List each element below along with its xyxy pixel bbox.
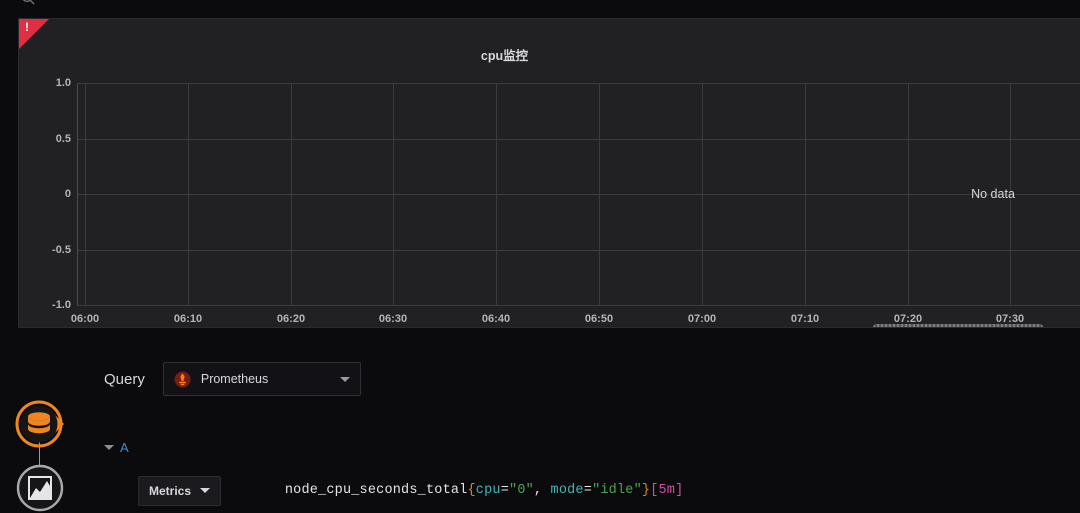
y-axis-tick-label: -0.5: [52, 243, 71, 256]
query-label-key-1: cpu: [475, 483, 501, 498]
query-label-value-1: "0": [509, 483, 534, 498]
plot-area[interactable]: 1.0 0.5 0 -0.5 -1.0 06:00 06:10 06:20 06:30 06:4…: [52, 77, 1080, 325]
query-label-op-1: =: [500, 483, 510, 498]
alert-triangle-icon[interactable]: [19, 19, 49, 49]
y-axis-tick-label: 1.0: [55, 77, 71, 89]
no-data-message: No data: [971, 187, 1015, 201]
x-axis-tick-label: 06:30: [378, 313, 408, 325]
chevron-down-icon[interactable]: [104, 445, 114, 450]
query-expression-input[interactable]: node_cpu_seconds_total{cpu="0", mode="id…: [235, 468, 683, 513]
query-label-value-2: "idle": [592, 483, 642, 498]
chevron-down-icon: [339, 376, 350, 382]
query-row-header[interactable]: A: [104, 440, 129, 455]
graph-panel-icon[interactable]: [16, 464, 64, 512]
search-icon[interactable]: [20, 0, 36, 6]
prometheus-icon: [174, 371, 191, 387]
metrics-button-label: Metrics: [149, 483, 192, 498]
chevron-down-icon: [200, 488, 211, 493]
left-rail: [0, 380, 80, 512]
query-label: Query: [104, 370, 145, 388]
query-header: Query Prometheus: [104, 362, 361, 396]
x-axis-tick-label: 07:00: [687, 313, 717, 325]
query-ref-id: A: [120, 440, 129, 455]
metrics-button[interactable]: Metrics: [138, 475, 222, 506]
x-axis-tick-label: 07:10: [790, 313, 820, 325]
query-open-brace: {: [467, 483, 476, 498]
alert-exclamation-glyph: !: [25, 20, 29, 34]
y-axis-tick-label: 0.5: [55, 132, 71, 145]
query-close-brace: }: [641, 483, 651, 498]
query-label-key-2: mode: [550, 483, 584, 498]
panel-resize-handle[interactable]: [873, 324, 1043, 327]
datasource-name: Prometheus: [200, 372, 269, 386]
query-editor-pane: Query Prometheus A Metrics node_cpu_seco…: [0, 336, 1080, 506]
datasource-picker[interactable]: Prometheus: [162, 362, 361, 396]
y-axis-tick-label: 0: [64, 188, 71, 200]
x-axis-tick-label: 06:50: [584, 313, 614, 325]
panel-title: cpu监控: [480, 49, 529, 63]
x-axis-tick-label: 06:10: [173, 313, 203, 325]
query-editor-row: Metrics node_cpu_seconds_total{cpu="0", …: [138, 468, 683, 513]
x-axis-tick-label: 06:00: [70, 313, 100, 325]
query-metric-name: node_cpu_seconds_total: [284, 483, 468, 498]
y-axis-tick-label: -1.0: [52, 299, 71, 311]
query-label-separator: ,: [533, 483, 551, 498]
query-label-op-2: =: [583, 483, 593, 498]
grid-line-horizontal: [77, 305, 1080, 306]
database-icon[interactable]: [14, 398, 66, 450]
query-range-selector: [5m]: [650, 483, 684, 498]
graph-panel[interactable]: ! cpu监控 1.0 0.5 0 -0.5 -1.0 06:00 06:10 06:20 0…: [18, 18, 1080, 328]
top-chrome-strip: [0, 0, 1080, 18]
x-axis-tick-label: 06:40: [481, 313, 511, 325]
x-axis-tick-label: 06:20: [276, 313, 306, 325]
